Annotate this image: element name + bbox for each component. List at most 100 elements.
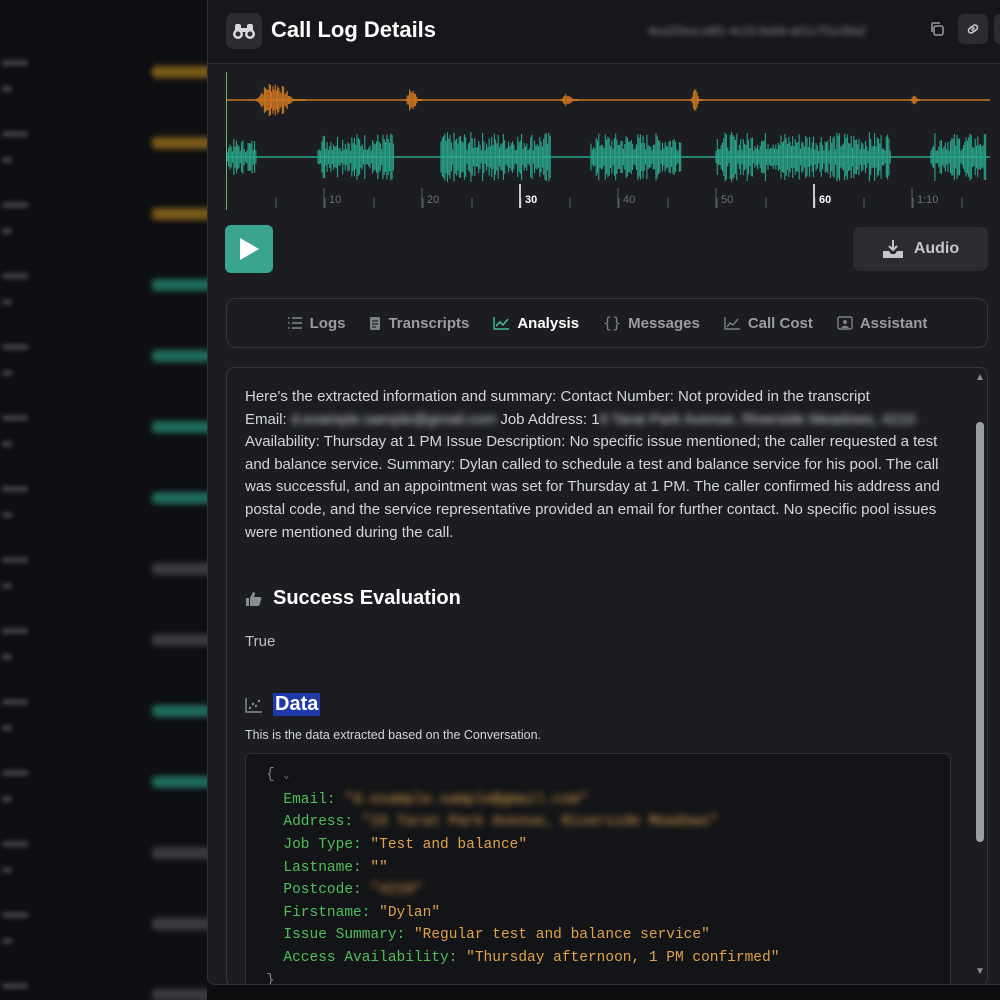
- background-row: [0, 821, 207, 892]
- timeline-label: 1:10: [917, 194, 938, 206]
- background-row: [0, 40, 207, 111]
- background-row: [0, 466, 207, 537]
- json-field-row: Address: "16 Tarat Park Avenue, Riversid…: [266, 814, 719, 831]
- more-actions-button[interactable]: [994, 14, 1000, 44]
- tab-assistant[interactable]: Assistant: [837, 314, 928, 332]
- json-value: "": [370, 859, 388, 876]
- summary-text: Here's the extracted information and sum…: [245, 388, 870, 405]
- json-field-row: Issue Summary: "Regular test and balance…: [266, 927, 710, 944]
- call-log-details-panel: Call Log Details 4ea2f3ea-e8f1-4c10-9a56…: [207, 0, 1000, 985]
- tab-label: Call Cost: [747, 314, 813, 332]
- tab-label: Transcripts: [388, 314, 470, 332]
- json-key: Postcode: [266, 882, 354, 899]
- copy-icon: [931, 22, 944, 36]
- scatter-chart-icon: [245, 697, 262, 713]
- list-icon: [287, 317, 302, 329]
- thumbs-up-icon: [246, 591, 262, 606]
- background-row: [0, 111, 207, 182]
- json-key: Access Availability: [266, 949, 449, 966]
- tab-label: Messages: [628, 314, 700, 332]
- panel-header: Call Log Details 4ea2f3ea-e8f1-4c10-9a56…: [208, 0, 1000, 64]
- json-field-row: Job Type: "Test and balance": [266, 836, 528, 853]
- tab-call-cost[interactable]: Call Cost: [724, 315, 813, 332]
- json-key: Issue Summary: [266, 927, 397, 944]
- tab-messages[interactable]: {} Messages: [603, 314, 700, 332]
- timeline-label: 60: [819, 194, 831, 206]
- summary-address-label: Job Address: 1: [496, 410, 600, 428]
- play-button[interactable]: [225, 225, 273, 273]
- chart-area-icon: [724, 317, 740, 330]
- link-icon: [967, 24, 979, 34]
- json-field-row: Access Availability: "Thursday afternoon…: [266, 949, 780, 966]
- download-tray-icon: [882, 240, 903, 258]
- copy-id-button[interactable]: [924, 16, 950, 42]
- background-row: [0, 395, 207, 466]
- tab-analysis[interactable]: Analysis: [493, 315, 579, 332]
- json-field-row: Firstname: "Dylan": [266, 904, 441, 921]
- background-row: [0, 537, 207, 608]
- timeline-label: 20: [427, 194, 439, 206]
- json-key: Email: [266, 791, 327, 808]
- success-evaluation-value: True: [245, 633, 276, 651]
- json-value: "Thursday afternoon, 1 PM confirmed": [466, 949, 780, 966]
- call-id: 4ea2f3ea-e8f1-4c10-9a56-a01c7f1e39a2: [648, 24, 867, 38]
- data-heading: Data: [245, 693, 943, 717]
- extracted-data-json: { ⌄ Email: "d.example.sample@gmail.com" …: [245, 753, 951, 985]
- audio-button-label: Audio: [913, 240, 960, 257]
- json-open-brace: { ⌄: [266, 767, 290, 784]
- json-value: "Regular test and balance service": [413, 927, 710, 944]
- json-key: Firstname: [266, 904, 362, 921]
- json-key: Address: [266, 814, 345, 831]
- tab-logs[interactable]: Logs: [287, 314, 346, 332]
- chart-line-icon: [493, 317, 510, 330]
- json-close-brace: }: [266, 972, 275, 985]
- summary-email-value: d.example.sample@gmail.com: [290, 410, 497, 428]
- page-title: Call Log Details: [271, 17, 437, 42]
- background-row: [0, 608, 207, 679]
- json-value: "Test and balance": [370, 836, 528, 853]
- json-key: Lastname: [266, 859, 354, 876]
- summary-email-label: Email:: [245, 410, 291, 428]
- json-field-row: Postcode: "4210": [266, 882, 423, 899]
- tab-bar: Logs Transcripts Analysis {} Messages Ca…: [226, 298, 988, 348]
- background-row: [0, 892, 207, 963]
- background-row: [0, 679, 207, 750]
- json-key: Job Type: [266, 836, 354, 853]
- background-row: [0, 750, 207, 821]
- timeline-label: 30: [525, 194, 537, 206]
- document-icon: [370, 316, 381, 330]
- json-value: "Dylan": [379, 904, 441, 921]
- summary-text-rest: Availability: Thursday at 1 PM Issue Des…: [245, 433, 940, 541]
- play-icon: [240, 238, 259, 260]
- background-row: [0, 253, 207, 324]
- summary-address-value: 6 Tarat Park Avenue, Riverside Meadows, …: [599, 410, 916, 428]
- analysis-summary: Here's the extracted information and sum…: [245, 386, 943, 544]
- copy-link-button[interactable]: [958, 14, 988, 44]
- json-value: "16 Tarat Park Avenue, Riverside Meadows…: [361, 814, 719, 831]
- tab-label: Assistant: [859, 314, 928, 332]
- timeline-label: 40: [623, 194, 635, 206]
- background-call-list: [0, 0, 207, 1000]
- background-row: [0, 182, 207, 253]
- tab-transcripts[interactable]: Transcripts: [369, 315, 469, 332]
- timeline-label: 10: [329, 194, 341, 206]
- timeline-label: 50: [721, 194, 733, 206]
- success-evaluation-heading: Success Evaluation: [245, 587, 943, 610]
- scroll-thumb[interactable]: [976, 422, 984, 842]
- tab-label: Analysis: [517, 314, 580, 332]
- section-title: Data: [273, 693, 321, 717]
- content-scrollbar[interactable]: ▲ ▼: [971, 368, 987, 984]
- json-value: "d.example.sample@gmail.com": [344, 791, 588, 808]
- background-row: [0, 324, 207, 395]
- braces-icon: {}: [603, 314, 622, 332]
- analysis-content[interactable]: Here's the extracted information and sum…: [226, 367, 988, 985]
- json-field-row: Lastname: "": [266, 859, 388, 876]
- data-description: This is the data extracted based on the …: [245, 728, 542, 743]
- scroll-up-arrow-icon[interactable]: ▲: [975, 372, 985, 383]
- scroll-down-arrow-icon[interactable]: ▼: [975, 966, 985, 977]
- tab-label: Logs: [309, 314, 346, 332]
- audio-waveform[interactable]: 10 20 30 40 50 60 1:10: [226, 70, 990, 215]
- audio-download-button[interactable]: Audio: [853, 227, 988, 271]
- assistant-icon: [837, 316, 853, 330]
- binoculars-icon: [226, 13, 262, 49]
